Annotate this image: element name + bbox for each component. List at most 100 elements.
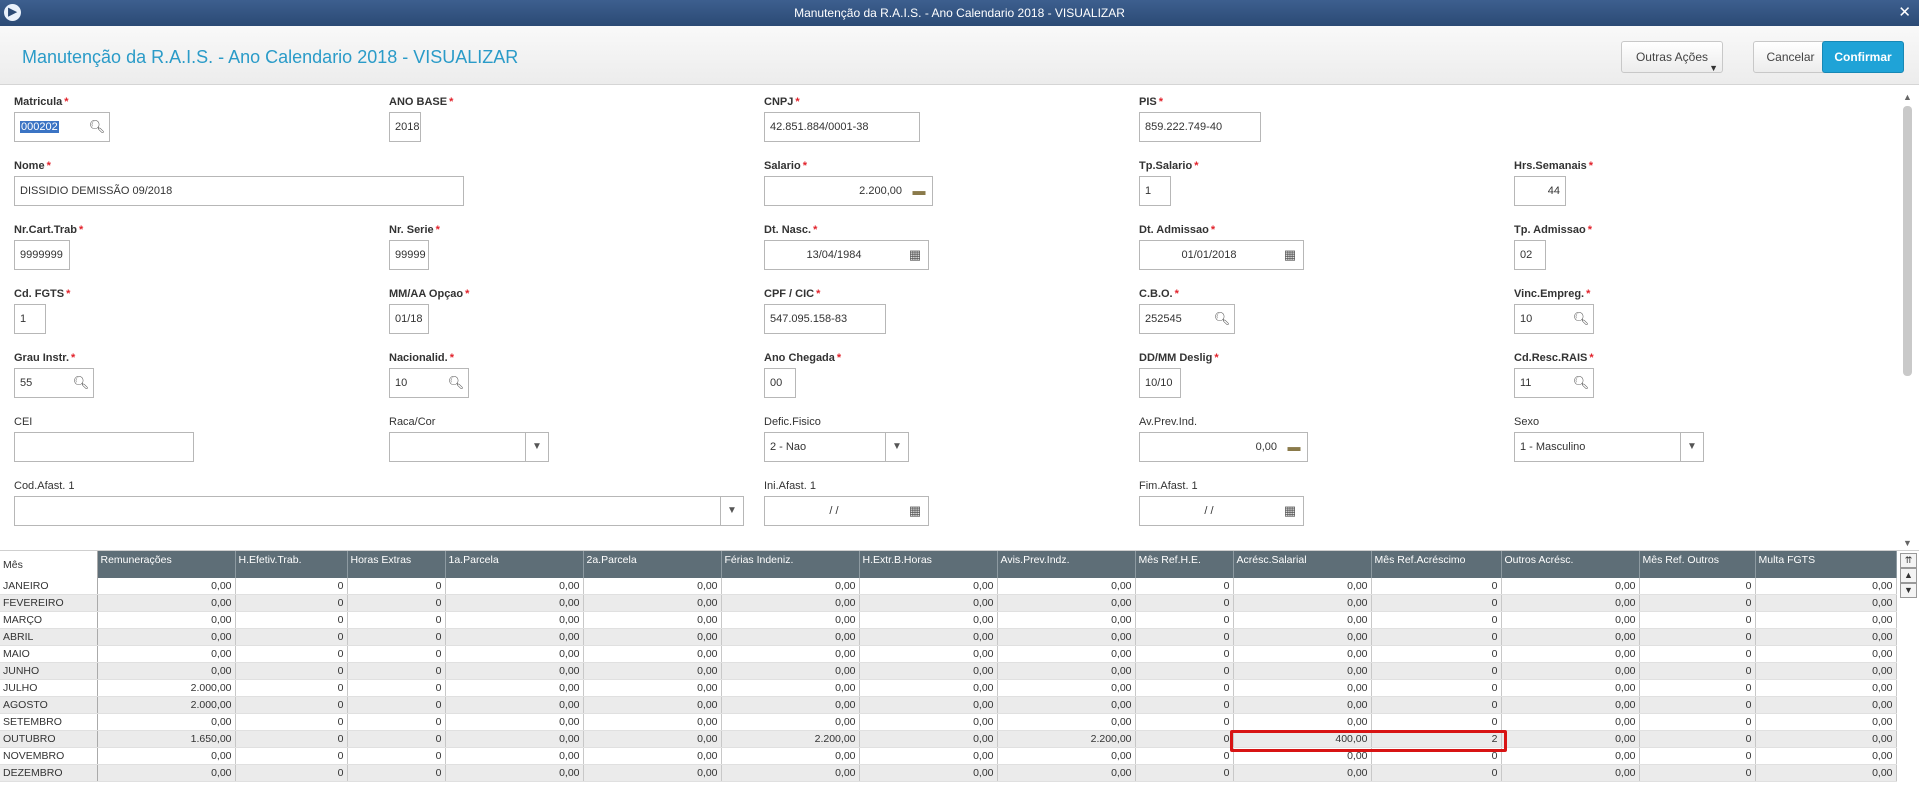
mmaa-opcao-input[interactable]: 01/18 bbox=[389, 304, 429, 334]
table-row[interactable]: JULHO 2.000,00 0 0 0,00 0,00 0,00 0,00 0,00 0 0,00… bbox=[0, 679, 1897, 697]
value-cell[interactable]: 0,00 bbox=[583, 628, 722, 646]
value-cell[interactable]: 0,00 bbox=[1755, 730, 1897, 748]
ano-base-input[interactable]: 2018 bbox=[389, 112, 421, 142]
column-header[interactable]: Mês Ref.Acréscimo bbox=[1371, 551, 1502, 578]
value-cell[interactable]: 0 bbox=[1639, 764, 1756, 782]
table-row[interactable]: ABRIL 0,00 0 0 0,00 0,00 0,00 0,00 0,00 0 0,00 0 0,0… bbox=[0, 628, 1897, 646]
value-cell[interactable]: 0,00 bbox=[997, 578, 1136, 595]
value-cell[interactable]: 0,00 bbox=[97, 764, 236, 782]
value-cell[interactable]: 0,00 bbox=[859, 578, 998, 595]
scroll-down-icon[interactable]: ▼ bbox=[1900, 583, 1917, 598]
value-cell[interactable]: 0,00 bbox=[1501, 696, 1640, 714]
value-cell[interactable]: 0,00 bbox=[721, 628, 860, 646]
value-cell[interactable]: 0,00 bbox=[997, 594, 1136, 612]
value-cell[interactable]: 0,00 bbox=[1501, 764, 1640, 782]
pis-input[interactable]: 859.222.749-40 bbox=[1139, 112, 1261, 142]
value-cell[interactable]: 0,00 bbox=[1755, 578, 1897, 595]
search-icon[interactable]: 🔍︎ bbox=[69, 368, 93, 398]
value-cell[interactable]: 0 bbox=[1639, 679, 1756, 697]
column-header[interactable]: 1a.Parcela bbox=[445, 551, 584, 578]
value-cell[interactable]: 0,00 bbox=[1755, 713, 1897, 731]
value-cell[interactable]: 0 bbox=[347, 713, 446, 731]
value-cell[interactable]: 0 bbox=[1639, 611, 1756, 629]
column-header[interactable]: Remunerações bbox=[97, 551, 236, 578]
value-cell[interactable]: 0 bbox=[1135, 662, 1234, 680]
search-icon[interactable]: 🔍︎ bbox=[1569, 368, 1593, 398]
table-row[interactable]: MARÇO 0,00 0 0 0,00 0,00 0,00 0,00 0,00 0 0,00 0 0,0… bbox=[0, 611, 1897, 629]
value-cell[interactable]: 0,00 bbox=[997, 696, 1136, 714]
value-cell[interactable]: 0 bbox=[235, 611, 348, 629]
search-icon[interactable]: 🔍︎ bbox=[1210, 304, 1234, 334]
column-header[interactable]: Férias Indeniz. bbox=[721, 551, 860, 578]
column-header[interactable]: Mês Ref.H.E. bbox=[1135, 551, 1234, 578]
value-cell[interactable]: 0 bbox=[347, 747, 446, 765]
value-cell[interactable]: 0,00 bbox=[1501, 679, 1640, 697]
column-header[interactable]: H.Extr.B.Horas bbox=[859, 551, 998, 578]
value-cell[interactable]: 0,00 bbox=[583, 594, 722, 612]
column-header[interactable]: Acrésc.Salarial bbox=[1233, 551, 1372, 578]
value-cell[interactable]: 0 bbox=[347, 628, 446, 646]
value-cell[interactable]: 0,00 bbox=[583, 696, 722, 714]
value-cell[interactable]: 0,00 bbox=[859, 713, 998, 731]
calendar-icon[interactable]: ▦ bbox=[1278, 496, 1302, 526]
value-cell[interactable]: 0,00 bbox=[721, 764, 860, 782]
value-cell[interactable]: 0 bbox=[1135, 713, 1234, 731]
value-cell[interactable]: 0 bbox=[1639, 662, 1756, 680]
value-cell[interactable]: 1.650,00 bbox=[97, 730, 236, 748]
value-cell[interactable]: 0 bbox=[1135, 730, 1234, 748]
value-cell[interactable]: 0 bbox=[1135, 696, 1234, 714]
value-cell[interactable]: 0,00 bbox=[97, 645, 236, 663]
month-cell[interactable]: MAIO bbox=[0, 645, 98, 663]
calendar-icon[interactable]: ▦ bbox=[903, 240, 927, 270]
value-cell[interactable]: 0 bbox=[235, 679, 348, 697]
value-cell[interactable]: 0 bbox=[235, 594, 348, 612]
nr-cart-trab-input[interactable]: 9999999 bbox=[14, 240, 70, 270]
value-cell[interactable]: 2.200,00 bbox=[997, 730, 1136, 748]
value-cell[interactable]: 0,00 bbox=[859, 679, 998, 697]
value-cell[interactable]: 0,00 bbox=[97, 611, 236, 629]
table-row[interactable]: DEZEMBRO 0,00 0 0 0,00 0,00 0,00 0,00 0,00 0 0,00 0… bbox=[0, 764, 1897, 782]
tp-salario-input[interactable]: 1 bbox=[1139, 176, 1171, 206]
value-cell[interactable]: 0 bbox=[1371, 611, 1502, 629]
cnpj-input[interactable]: 42.851.884/0001-38 bbox=[764, 112, 920, 142]
column-header[interactable]: Mês bbox=[0, 551, 98, 578]
outras-acoes-button[interactable]: Outras Ações ▼ bbox=[1621, 41, 1723, 73]
value-cell[interactable]: 0 bbox=[1371, 696, 1502, 714]
value-cell[interactable]: 0,00 bbox=[859, 594, 998, 612]
table-row[interactable]: JANEIRO 0,00 0 0 0,00 0,00 0,00 0,00 0,00 0 0,00 0 0… bbox=[0, 578, 1897, 595]
value-cell[interactable]: 0,00 bbox=[445, 730, 584, 748]
value-cell[interactable]: 0 bbox=[347, 611, 446, 629]
value-cell[interactable]: 0,00 bbox=[445, 662, 584, 680]
value-cell[interactable]: 0,00 bbox=[583, 730, 722, 748]
value-cell[interactable]: 0 bbox=[1135, 764, 1234, 782]
value-cell[interactable]: 0,00 bbox=[445, 594, 584, 612]
table-row[interactable]: NOVEMBRO 0,00 0 0 0,00 0,00 0,00 0,00 0,00 0 0,00 0… bbox=[0, 747, 1897, 765]
search-icon[interactable]: 🔍︎ bbox=[85, 112, 109, 142]
column-header[interactable]: Outros Acrésc. bbox=[1501, 551, 1640, 578]
value-cell[interactable]: 0 bbox=[235, 662, 348, 680]
value-cell[interactable]: 0 bbox=[1639, 696, 1756, 714]
value-cell[interactable]: 0,00 bbox=[859, 611, 998, 629]
value-cell[interactable]: 0,00 bbox=[97, 662, 236, 680]
tp-admissao-input[interactable]: 02 bbox=[1514, 240, 1546, 270]
value-cell[interactable]: 0 bbox=[235, 747, 348, 765]
value-cell[interactable]: 0,00 bbox=[1233, 645, 1372, 663]
ano-chegada-input[interactable]: 00 bbox=[764, 368, 796, 398]
value-cell[interactable]: 0 bbox=[1135, 747, 1234, 765]
chevron-down-icon[interactable]: ▼ bbox=[1681, 432, 1703, 462]
value-cell[interactable]: 0,00 bbox=[1755, 594, 1897, 612]
value-cell[interactable]: 0,00 bbox=[1233, 764, 1372, 782]
value-cell[interactable]: 0,00 bbox=[97, 578, 236, 595]
value-cell[interactable]: 0,00 bbox=[721, 679, 860, 697]
hrs-semanais-input[interactable]: 44 bbox=[1514, 176, 1566, 206]
nome-input[interactable]: DISSIDIO DEMISSÃO 09/2018 bbox=[14, 176, 464, 206]
value-cell[interactable]: 0,00 bbox=[583, 611, 722, 629]
scroll-up-icon[interactable]: ▲ bbox=[1900, 92, 1915, 102]
close-icon[interactable]: ✕ bbox=[1898, 4, 1911, 21]
month-cell[interactable]: AGOSTO bbox=[0, 696, 98, 714]
table-row[interactable]: SETEMBRO 0,00 0 0 0,00 0,00 0,00 0,00 0,00 0 0,00 0… bbox=[0, 713, 1897, 731]
value-cell[interactable]: 0,00 bbox=[1233, 713, 1372, 731]
value-cell[interactable]: 0 bbox=[235, 645, 348, 663]
value-cell[interactable]: 0,00 bbox=[97, 628, 236, 646]
value-cell[interactable]: 0,00 bbox=[997, 611, 1136, 629]
